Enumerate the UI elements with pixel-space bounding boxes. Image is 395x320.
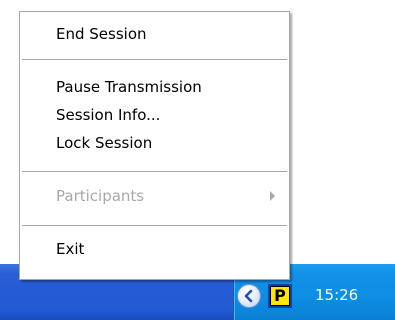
menu-item-participants: Participants (20, 182, 289, 210)
tray-app-icon[interactable]: P (268, 284, 292, 308)
menu-item-label: Pause Transmission (56, 78, 202, 96)
menu-item-end-session[interactable]: End Session (20, 20, 289, 48)
submenu-arrow-icon (270, 191, 275, 201)
clock[interactable]: 15:26 (315, 285, 358, 305)
menu-item-pause-transmission[interactable]: Pause Transmission (20, 73, 289, 101)
menu-item-session-info[interactable]: Session Info... (20, 101, 289, 129)
menu-item-label: Session Info... (56, 106, 161, 124)
menu-item-label: Exit (56, 240, 85, 258)
menu-item-label: Lock Session (56, 134, 153, 152)
menu-item-label: End Session (56, 25, 147, 43)
show-hidden-icons-button[interactable] (237, 284, 261, 308)
context-menu: End Session Pause Transmission Session I… (19, 11, 290, 280)
p-app-icon: P (270, 286, 290, 306)
menu-item-label: Participants (56, 187, 145, 205)
menu-separator (22, 59, 287, 60)
menu-item-exit[interactable]: Exit (20, 235, 289, 263)
menu-separator (22, 171, 287, 172)
menu-separator (22, 225, 287, 226)
chevron-left-icon (244, 289, 253, 303)
menu-item-lock-session[interactable]: Lock Session (20, 129, 289, 157)
